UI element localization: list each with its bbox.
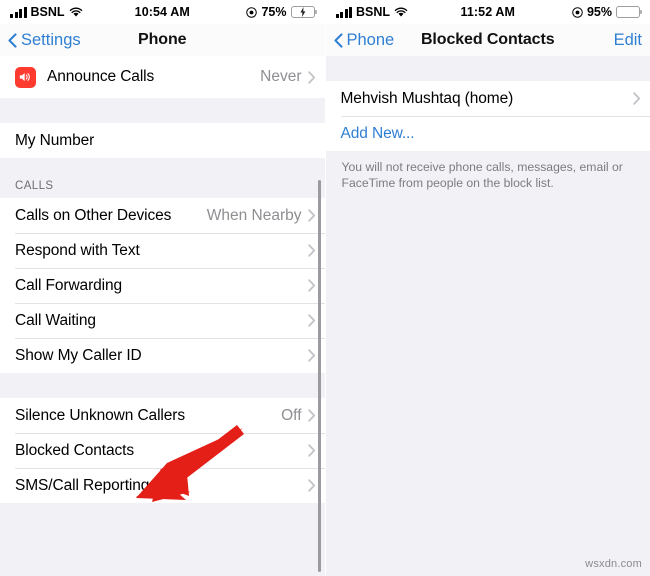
row-value: Never xyxy=(260,68,302,85)
wifi-icon xyxy=(394,7,408,18)
battery-percent-label: 95% xyxy=(586,5,612,19)
row-label: Silence Unknown Callers xyxy=(15,406,186,424)
row-silence-unknown-callers[interactable]: Silence Unknown Callers Off xyxy=(0,398,325,433)
status-bar-right: 75% xyxy=(190,5,317,19)
watermark-label: wsxdn.com xyxy=(585,558,642,570)
group-separator xyxy=(0,98,325,123)
group-announce: Announce Calls Never xyxy=(0,56,325,98)
chevron-right-icon xyxy=(307,314,315,327)
section-header-calls: CALLS xyxy=(0,180,325,198)
back-button-label: Settings xyxy=(21,30,81,49)
back-button-label: Phone xyxy=(346,30,395,49)
back-button-settings[interactable]: Settings xyxy=(8,31,81,50)
chevron-right-icon xyxy=(633,92,641,105)
battery-charging-icon xyxy=(290,6,317,18)
cellular-bars-icon xyxy=(335,6,352,18)
location-services-icon xyxy=(246,6,258,18)
top-spacer xyxy=(325,56,650,81)
chevron-right-icon xyxy=(307,479,315,492)
add-new-button[interactable]: Add New... xyxy=(325,116,650,151)
row-call-waiting[interactable]: Call Waiting xyxy=(0,303,325,338)
blocked-contacts-footnote: You will not receive phone calls, messag… xyxy=(325,151,650,202)
battery-icon xyxy=(616,6,642,18)
group-my-number: My Number xyxy=(0,123,325,158)
row-label: Calls on Other Devices xyxy=(15,206,172,224)
status-bar-left: BSNL xyxy=(335,5,461,19)
row-value: When Nearby xyxy=(206,206,302,224)
screenshot-root: BSNL 10:54 AM 75% Settings Phone Announc… xyxy=(0,0,650,576)
battery-percent-label: 75% xyxy=(261,5,287,19)
blocked-contacts-list: Mehvish Mushtaq (home) Add New... xyxy=(325,81,650,151)
left-phone-screen: BSNL 10:54 AM 75% Settings Phone Announc… xyxy=(0,0,326,576)
left-nav-bar: Settings Phone xyxy=(0,24,325,56)
add-new-label: Add New... xyxy=(340,124,415,142)
chevron-right-icon xyxy=(307,70,315,84)
chevron-right-icon xyxy=(307,209,315,222)
location-services-icon xyxy=(572,6,583,18)
carrier-label: BSNL xyxy=(356,5,391,19)
vertical-scrollbar[interactable] xyxy=(317,180,321,572)
row-label: Blocked Contacts xyxy=(15,441,135,459)
group-calls: Calls on Other Devices When Nearby Respo… xyxy=(0,198,325,373)
group-separator xyxy=(0,373,325,398)
right-phone-screen: BSNL 11:52 AM 95% Phone Blocked Contacts… xyxy=(325,0,650,576)
chevron-right-icon xyxy=(307,279,315,292)
row-label: Call Forwarding xyxy=(15,276,123,294)
row-label: SMS/Call Reporting xyxy=(15,476,150,494)
speaker-announce-icon xyxy=(15,66,36,88)
carrier-label: BSNL xyxy=(30,5,65,19)
status-bar-clock: 11:52 AM xyxy=(460,5,516,19)
row-label: Announce Calls xyxy=(47,68,155,85)
chevron-left-icon xyxy=(333,32,343,48)
chevron-right-icon xyxy=(307,349,315,362)
chevron-right-icon xyxy=(307,444,315,457)
row-respond-with-text[interactable]: Respond with Text xyxy=(0,233,325,268)
right-nav-bar: Phone Blocked Contacts Edit xyxy=(325,24,650,56)
row-sms-call-reporting[interactable]: SMS/Call Reporting xyxy=(0,468,325,503)
row-value: Off xyxy=(281,406,302,424)
group-separator xyxy=(0,158,325,180)
row-label: Respond with Text xyxy=(15,241,140,259)
status-bar-left: BSNL xyxy=(10,5,135,19)
row-blocked-contacts[interactable]: Blocked Contacts xyxy=(0,433,325,468)
cellular-bars-icon xyxy=(10,6,27,18)
row-call-forwarding[interactable]: Call Forwarding xyxy=(0,268,325,303)
chevron-left-icon xyxy=(8,32,17,48)
status-bar-clock: 10:54 AM xyxy=(134,5,190,19)
wifi-icon xyxy=(69,7,83,18)
left-status-bar: BSNL 10:54 AM 75% xyxy=(0,0,325,24)
edit-button[interactable]: Edit xyxy=(614,31,642,50)
row-calls-on-other-devices[interactable]: Calls on Other Devices When Nearby xyxy=(0,198,325,233)
right-status-bar: BSNL 11:52 AM 95% xyxy=(325,0,650,24)
row-announce-calls[interactable]: Announce Calls Never xyxy=(0,56,325,98)
row-label: My Number xyxy=(15,131,95,149)
chevron-right-icon xyxy=(307,244,315,257)
row-label: Show My Caller ID xyxy=(15,346,142,364)
chevron-right-icon xyxy=(307,409,315,422)
row-show-my-caller-id[interactable]: Show My Caller ID xyxy=(0,338,325,373)
group-blocking: Silence Unknown Callers Off Blocked Cont… xyxy=(0,398,325,503)
back-button-phone[interactable]: Phone xyxy=(333,30,395,50)
contact-name-label: Mehvish Mushtaq (home) xyxy=(340,89,514,107)
status-bar-right: 95% xyxy=(515,5,642,19)
row-label: Call Waiting xyxy=(15,311,96,329)
list-item-blocked-contact[interactable]: Mehvish Mushtaq (home) xyxy=(325,81,650,116)
row-my-number[interactable]: My Number xyxy=(0,123,325,158)
